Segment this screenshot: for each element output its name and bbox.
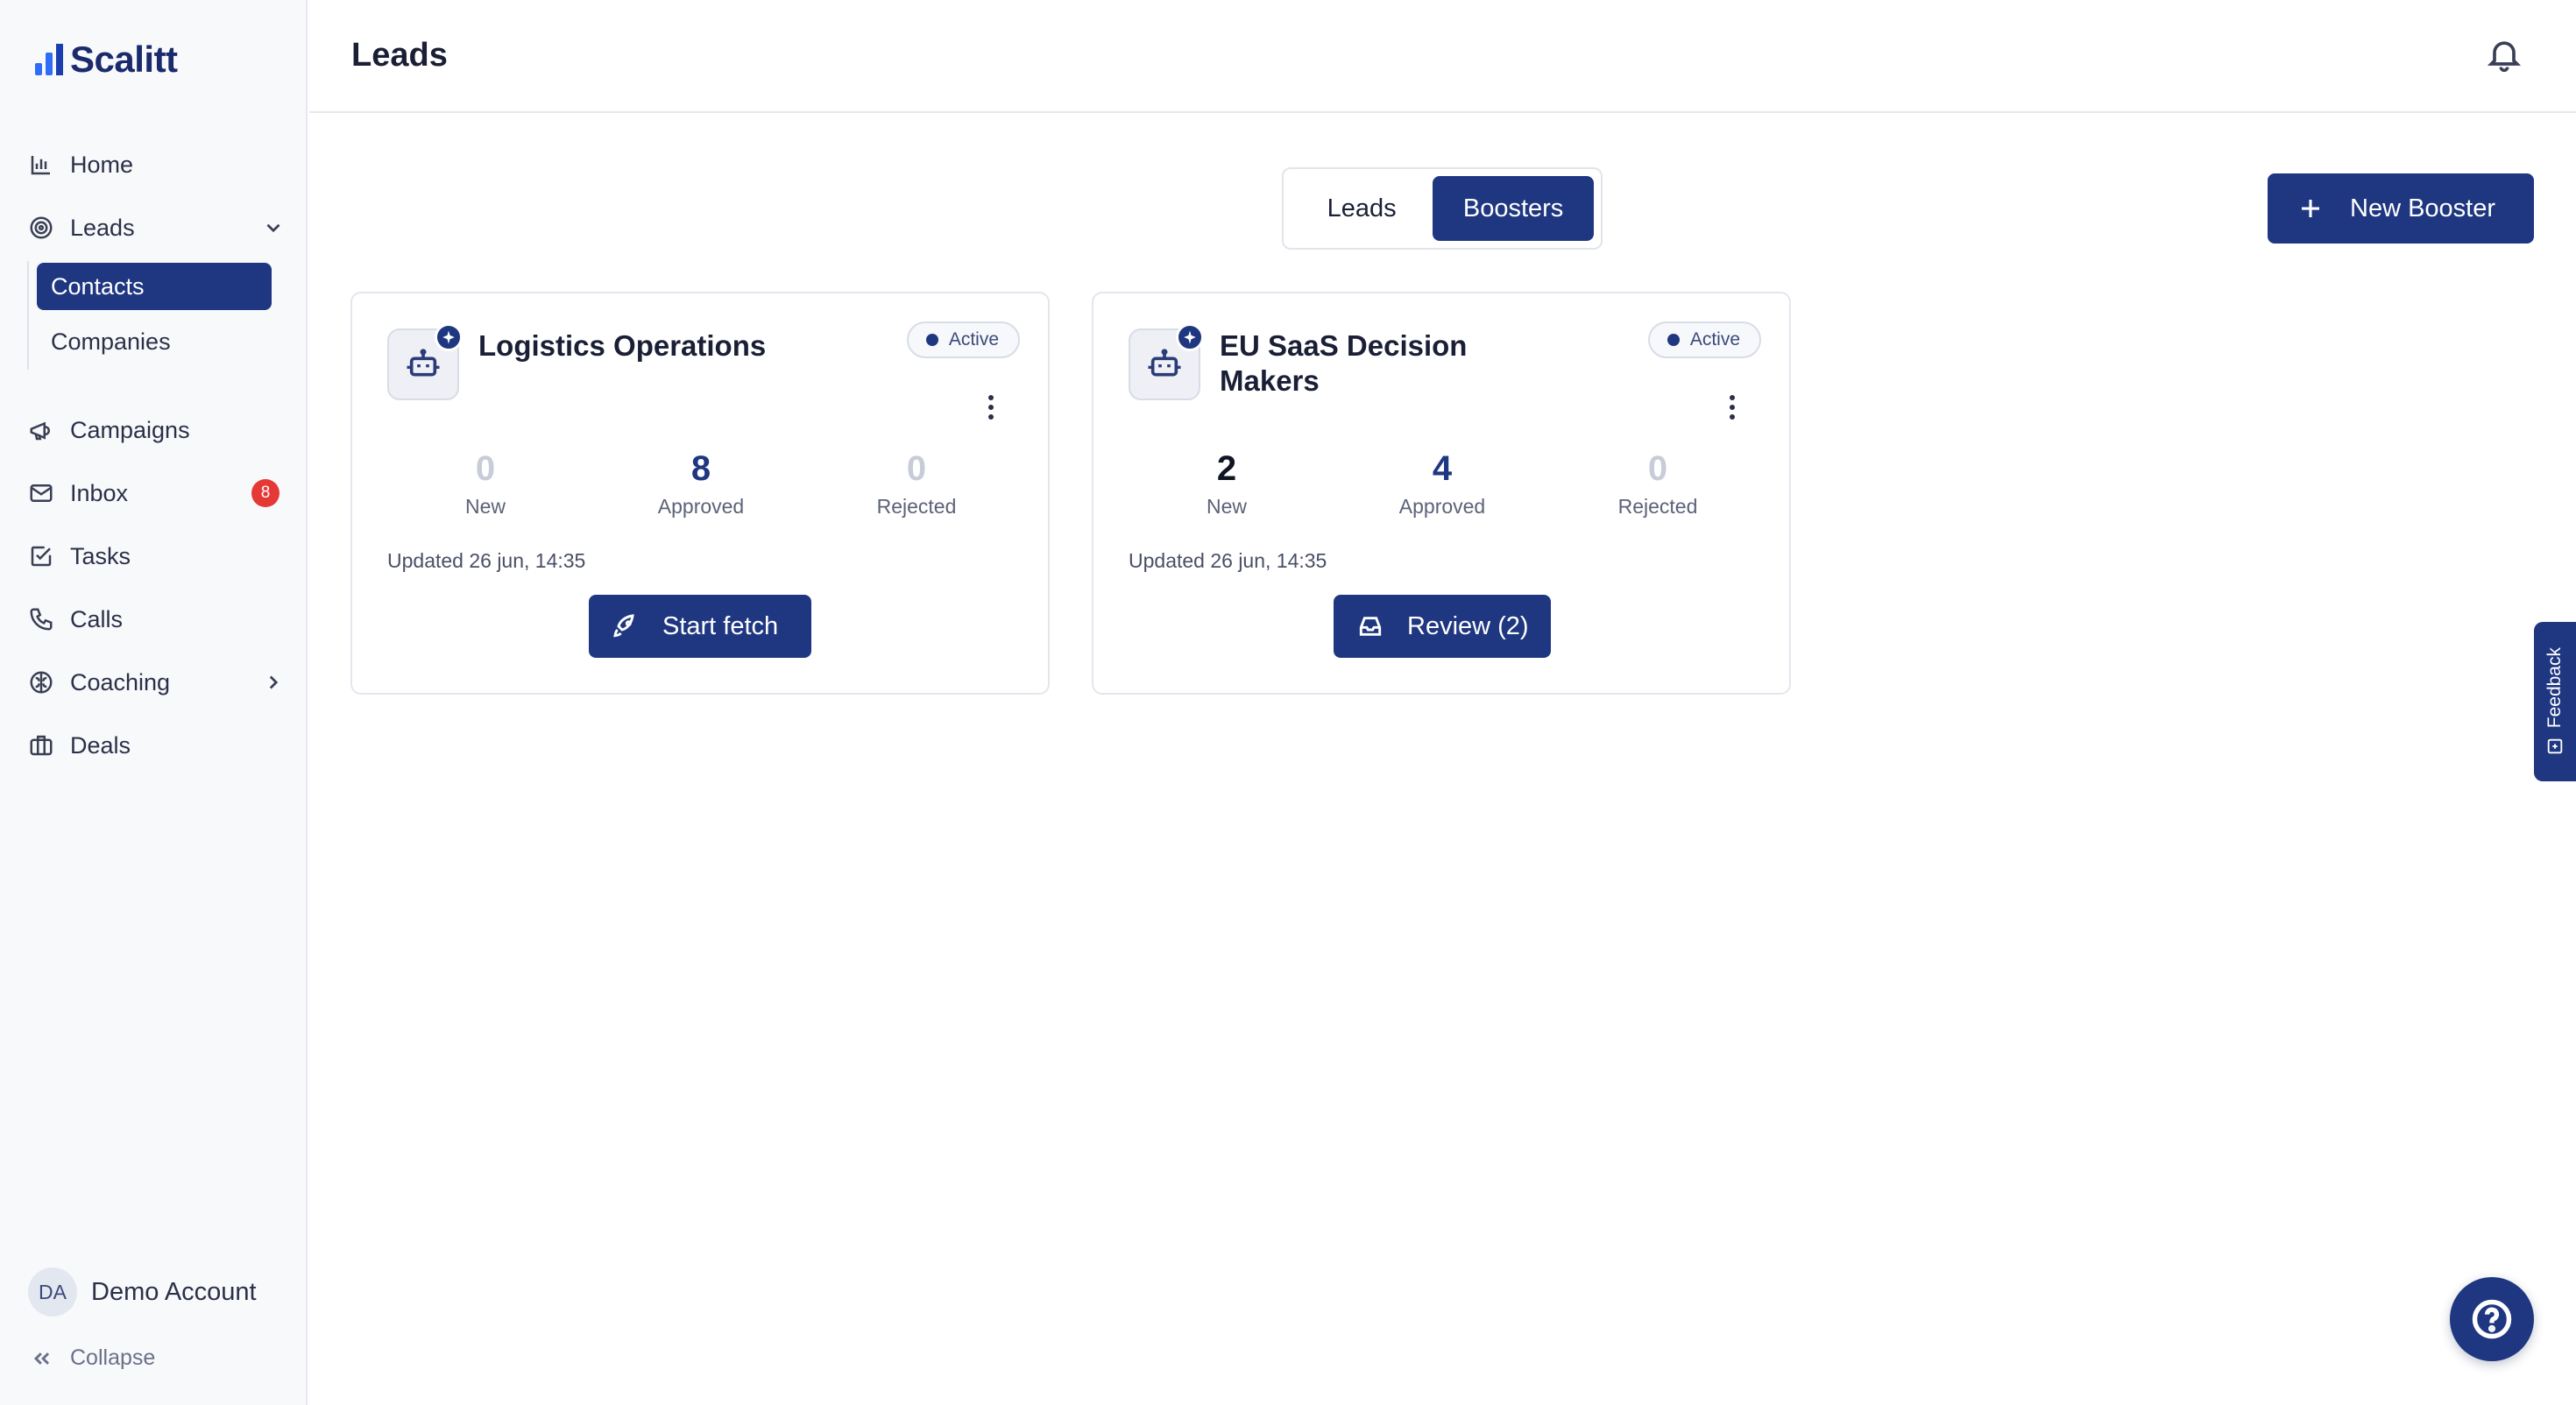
chevron-right-icon[interactable] [262,671,285,694]
stat-value: 2 [1216,449,1237,488]
stat-label: New [1206,495,1247,518]
stat-approved: 4 Approved [1355,448,1530,519]
stat-label: Rejected [876,495,957,518]
status-badge: Active [906,321,1020,358]
inbox-count-badge: 8 [251,479,280,507]
phone-icon [26,604,56,634]
logo-bars-icon [35,44,63,75]
help-button[interactable] [2450,1277,2534,1361]
sidebar-item-label: Leads [70,214,135,241]
mail-icon [26,478,56,508]
status-label: Active [1689,329,1740,349]
rocket-icon [613,614,634,638]
sidebar-item-campaigns[interactable]: Campaigns [26,406,285,455]
briefcase-icon [26,731,56,760]
sidebar-item-label: Campaigns [70,416,190,443]
toggle-boosters[interactable]: Boosters [1433,176,1594,241]
booster-title: Logistics Operations [478,329,767,362]
start-fetch-button[interactable]: Start fetch [589,595,811,658]
status-badge: Active [1647,321,1761,358]
stat-label: Approved [1398,495,1486,518]
stat-rejected: 0 Rejected [829,448,1004,519]
stat-approved: 8 Approved [613,448,789,519]
checkbox-icon [26,541,56,571]
chevrons-left-icon [33,1352,50,1365]
stat-value: 0 [475,449,496,488]
stat-label: Rejected [1617,495,1698,518]
page-title: Leads [351,37,448,74]
stat-label: New [464,495,506,518]
sidebar-subitem-contacts[interactable]: Contacts [37,263,272,310]
sidebar-item-coaching[interactable]: Coaching [26,658,285,707]
action-label: Start fetch [662,611,779,640]
logo[interactable]: Scalitt [35,39,178,81]
feedback-tab[interactable]: Feedback [2534,622,2576,781]
sidebar-item-leads[interactable]: Leads [26,203,285,252]
sidebar-item-label: Calls [70,605,124,632]
booster-card: EU SaaS Decision Makers Active 2 New 4 A… [1092,292,1791,695]
submenu-divider [27,261,29,370]
collapse-sidebar-button[interactable]: Collapse [30,1345,155,1371]
status-dot-icon [1667,334,1680,346]
sidebar-item-label: Home [70,151,134,178]
stat-new: 2 New [1139,448,1314,519]
logo-text: Scalitt [70,39,178,80]
updated-timestamp: Updated 26 jun, 14:35 [387,549,586,572]
review-button[interactable]: Review (2) [1334,595,1551,658]
sidebar-item-tasks[interactable]: Tasks [26,532,285,581]
stat-value: 4 [1432,449,1453,488]
top-header: Leads [309,0,2576,113]
stat-value: 0 [1647,449,1668,488]
view-toggle: Leads Boosters [1282,167,1603,250]
account-name: Demo Account [91,1277,257,1306]
sidebar-item-inbox[interactable]: Inbox 8 [26,469,285,518]
stat-value: 8 [690,449,711,488]
avatar: DA [28,1267,77,1317]
status-label: Active [948,329,999,349]
sparkle-icon [435,323,463,351]
stat-new: 0 New [398,448,573,519]
sidebar-item-label: Inbox [70,479,129,506]
brain-icon [26,667,56,697]
feedback-icon [2547,738,2563,754]
collapse-label: Collapse [70,1345,156,1370]
stat-value: 0 [906,449,927,488]
megaphone-icon [26,415,56,445]
action-label: Review (2) [1407,611,1529,640]
question-circle-icon [2472,1299,2512,1339]
sidebar-item-home[interactable]: Home [26,140,285,189]
updated-timestamp: Updated 26 jun, 14:35 [1129,549,1327,572]
plus-icon [2302,200,2319,217]
booster-title: EU SaaS Decision Makers [1220,329,1468,397]
inbox-tray-icon [1359,617,1382,636]
bell-icon[interactable] [2485,35,2523,74]
sidebar-item-label: Deals [70,731,131,759]
account-menu[interactable]: DA Demo Account [28,1267,257,1317]
sidebar: Scalitt Home Leads Campaigns Inbox 8 Tas… [0,0,308,1405]
more-options-icon[interactable] [1719,390,1745,425]
sidebar-item-label: Coaching [70,668,171,695]
new-booster-label: New Booster [2350,194,2496,222]
sparkle-icon [1176,323,1204,351]
feedback-label: Feedback [2544,646,2565,729]
sidebar-item-deals[interactable]: Deals [26,721,285,770]
target-icon [26,213,56,243]
toggle-leads[interactable]: Leads [1291,176,1433,241]
sidebar-item-calls[interactable]: Calls [26,595,285,644]
chevron-down-icon[interactable] [262,216,285,239]
sidebar-subitem-companies[interactable]: Companies [37,318,272,365]
stat-rejected: 0 Rejected [1570,448,1745,519]
new-booster-button[interactable]: New Booster [2268,173,2534,244]
more-options-icon[interactable] [978,390,1004,425]
booster-card: Logistics Operations Active 0 New 8 Appr… [350,292,1050,695]
stat-label: Approved [657,495,745,518]
chart-bar-icon [26,150,56,180]
status-dot-icon [925,334,938,346]
sidebar-item-label: Tasks [70,542,131,569]
